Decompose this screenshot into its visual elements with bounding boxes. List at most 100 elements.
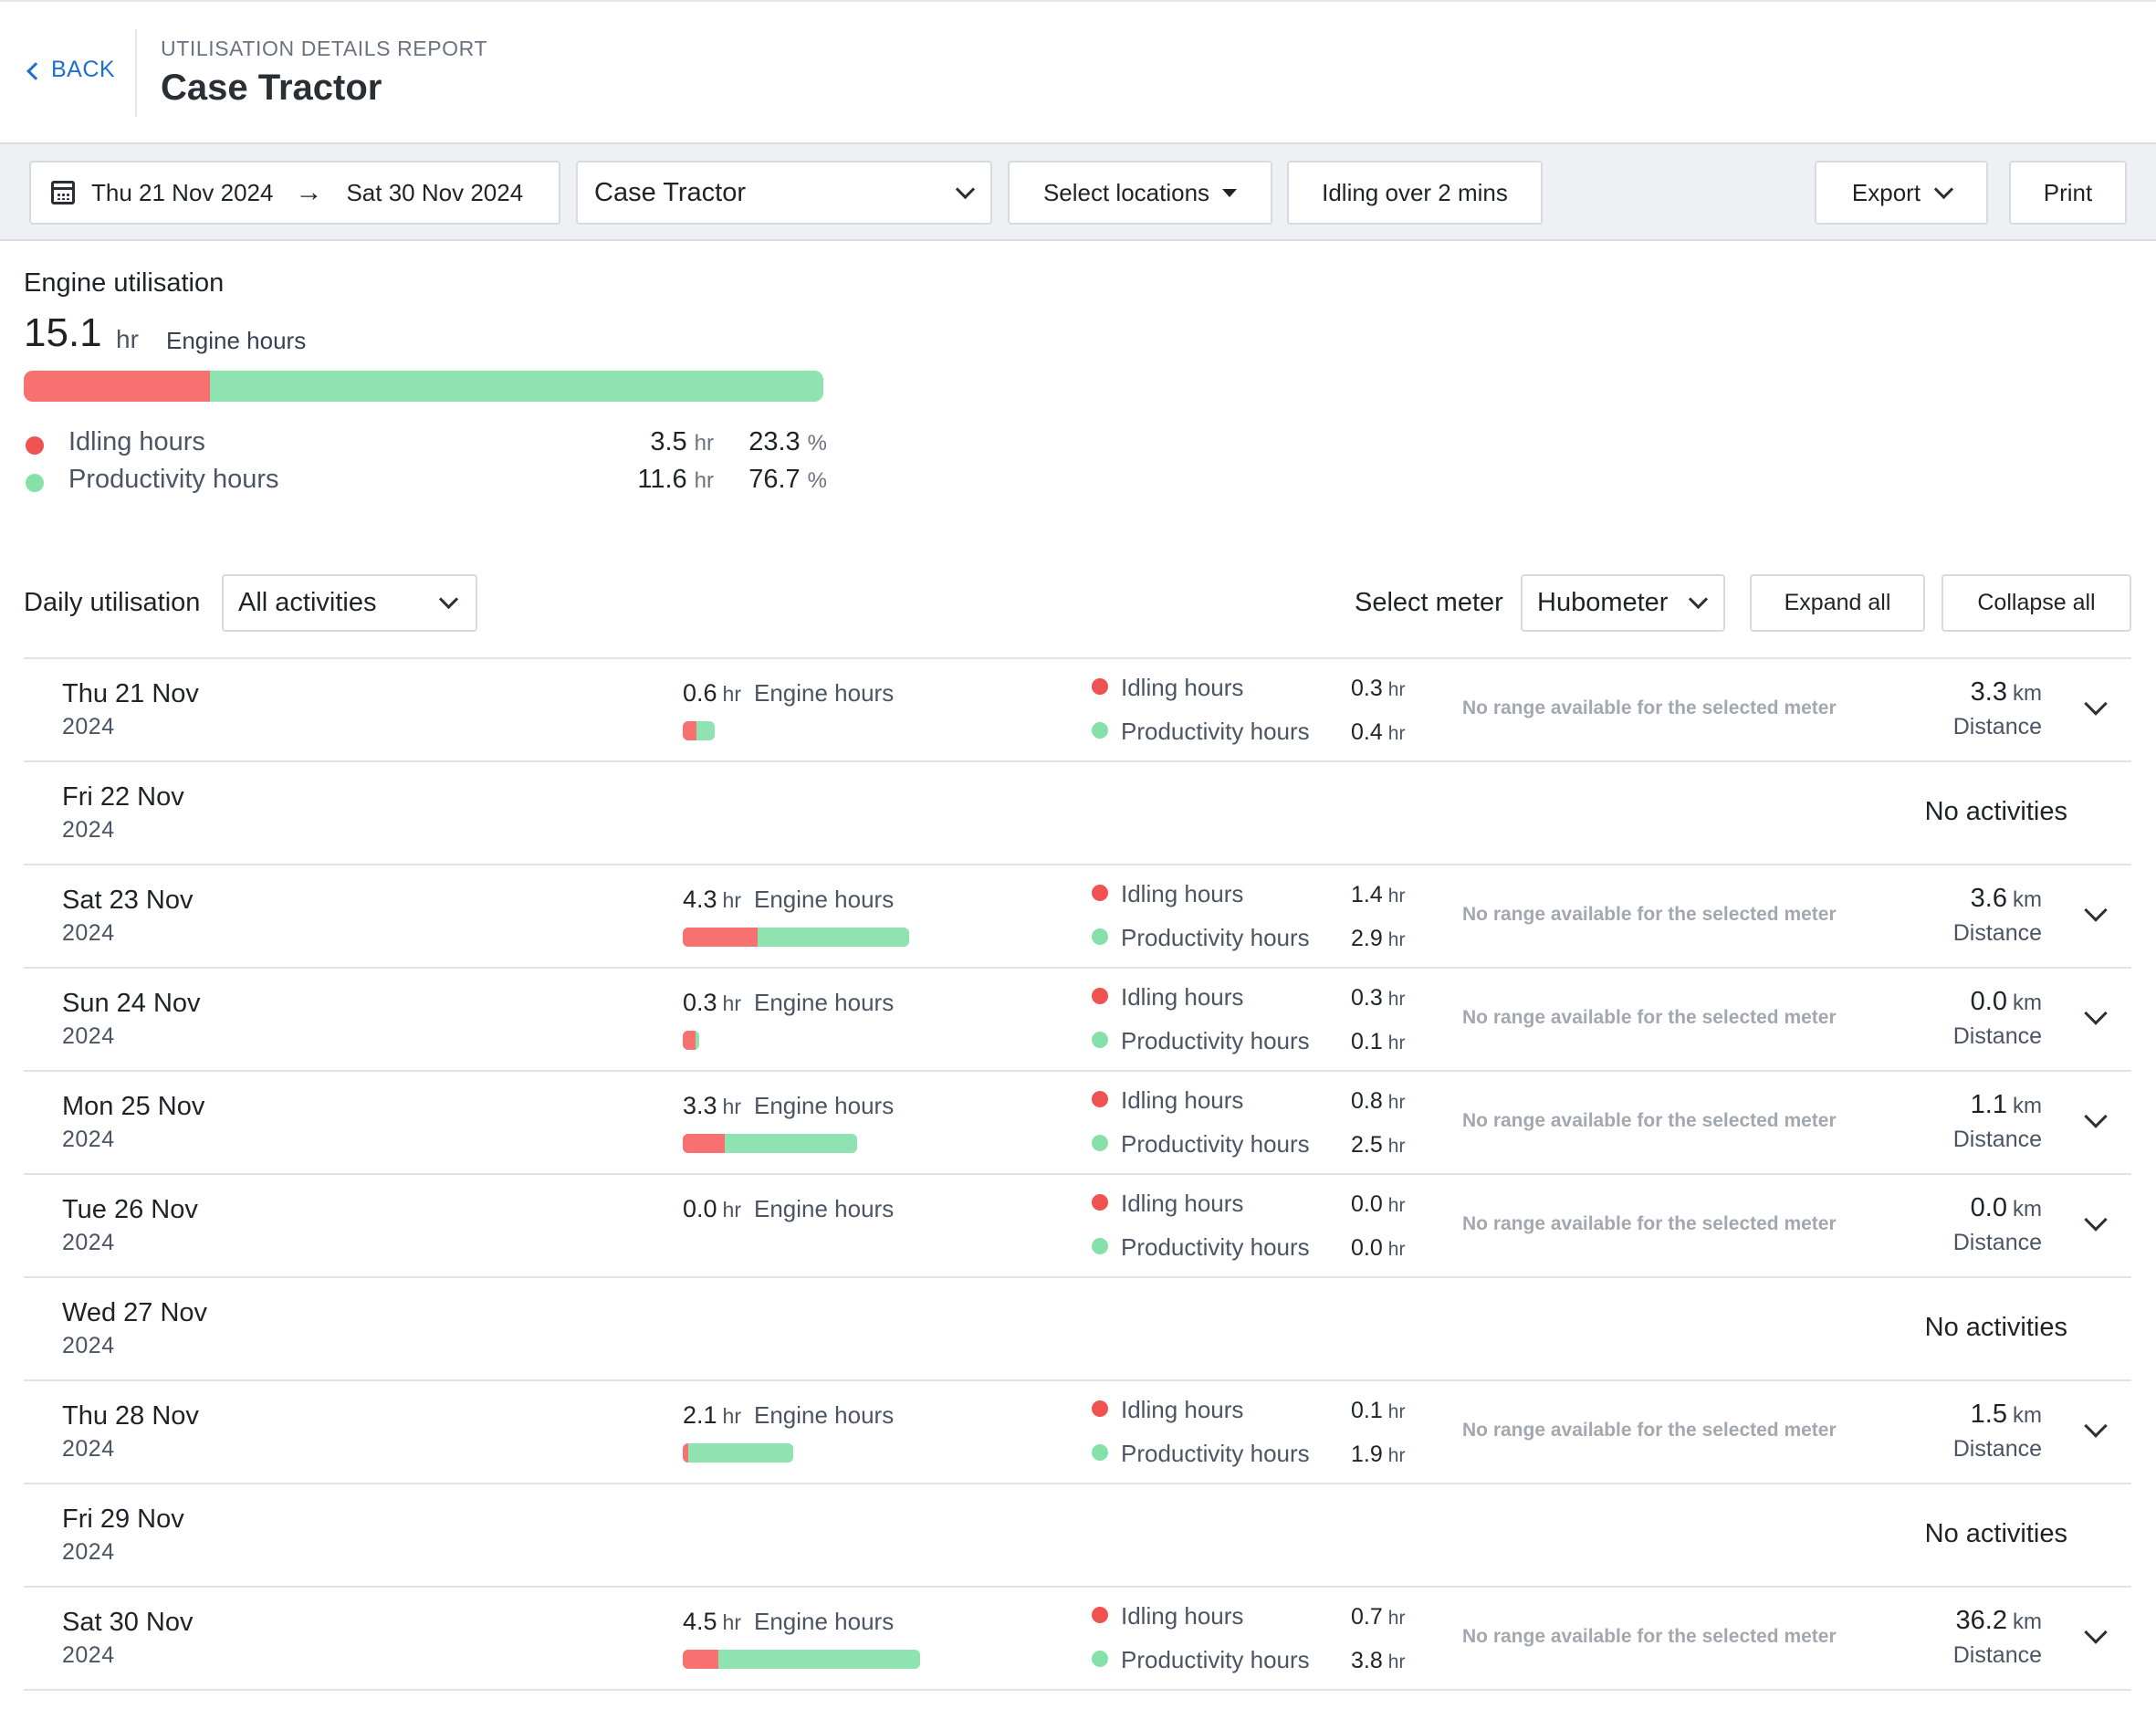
- distance-label: Distance: [1952, 920, 2042, 946]
- select-locations-button[interactable]: Select locations: [1008, 161, 1272, 225]
- row-distance: 36.2 km: [1956, 1606, 2042, 1636]
- idling-hours-value: 1.4: [1351, 882, 1383, 907]
- distance-label: Distance: [1952, 1642, 2042, 1668]
- expand-row-chevron-icon[interactable]: [2084, 1208, 2108, 1232]
- row-idling: Idling hours: [1092, 1602, 1243, 1630]
- idling-dot-icon: [26, 436, 44, 455]
- idling-hours-unit: hr: [1387, 1195, 1406, 1216]
- meter-select[interactable]: Hubometer: [1521, 574, 1725, 632]
- engine-hours-label: Engine hours: [754, 989, 895, 1016]
- distance-unit: km: [2013, 1197, 2042, 1221]
- row-year: 2024: [62, 920, 115, 946]
- expand-row-chevron-icon[interactable]: [2084, 692, 2108, 716]
- distance-unit: km: [2013, 681, 2042, 706]
- row-productivity: Productivity hours: [1092, 924, 1310, 952]
- row-year: 2024: [62, 1642, 115, 1668]
- no-range-message: No range available for the selected mete…: [1462, 1420, 1837, 1441]
- productivity-label: Productivity hours: [1121, 924, 1310, 951]
- row-day: Fri 29 Nov: [62, 1505, 184, 1534]
- calendar-icon: [51, 181, 75, 204]
- row-year: 2024: [62, 1436, 115, 1462]
- distance-value: 1.5: [1970, 1400, 2007, 1429]
- table-row: Thu 28 Nov 2024 2.1 hr Engine hours Idling ho…: [24, 1381, 2131, 1484]
- row-year: 2024: [62, 817, 115, 843]
- engine-hours-label: Engine hours: [754, 886, 895, 913]
- productivity-hours-value: 0.1: [1351, 1029, 1383, 1054]
- expand-all-button[interactable]: Expand all: [1750, 574, 1925, 632]
- idling-threshold-button[interactable]: Idling over 2 mins: [1287, 161, 1543, 225]
- engine-hours-label: Engine hours: [166, 327, 307, 354]
- idling-hours-unit: hr: [1387, 1092, 1406, 1113]
- row-productivity: Productivity hours: [1092, 1027, 1310, 1055]
- row-utilisation-bar: [683, 928, 910, 947]
- page-header: BACK UTILISATION DETAILS REPORT Case Tra…: [0, 0, 2156, 144]
- productivity-segment: [688, 1443, 794, 1463]
- date-range-picker[interactable]: Thu 21 Nov 2024 → Sat 30 Nov 2024: [29, 161, 560, 225]
- table-row: Wed 27 Nov 2024 No activities: [24, 1278, 2131, 1381]
- legend-idling-label: Idling hours: [68, 427, 205, 456]
- row-utilisation-bar: [683, 1650, 920, 1669]
- row-year: 2024: [62, 1127, 115, 1152]
- productivity-hours-value: 0.4: [1351, 719, 1383, 745]
- export-button[interactable]: Export: [1815, 161, 1988, 225]
- print-label: Print: [2043, 178, 2093, 206]
- productivity-dot-icon: [1092, 928, 1108, 945]
- distance-value: 3.3: [1970, 677, 2007, 707]
- row-engine-hours: 0.3 hr Engine hours: [683, 989, 894, 1017]
- idling-label: Idling hours: [1121, 1086, 1244, 1114]
- row-productivity-hours: 0.1 hr: [1351, 1029, 1405, 1055]
- idling-segment: [683, 1650, 718, 1669]
- productivity-hours-value: 1.9: [1351, 1442, 1383, 1467]
- idling-segment: [24, 371, 211, 402]
- productivity-segment: [696, 721, 715, 740]
- idling-hours-unit: hr: [1387, 1401, 1406, 1422]
- engine-hours-unit: hr: [722, 991, 741, 1015]
- idling-label: Idling hours: [1121, 1602, 1244, 1630]
- chevron-left-icon: [26, 61, 45, 80]
- engine-utilisation-bar: [24, 371, 823, 402]
- productivity-segment: [718, 1650, 920, 1669]
- row-distance: 3.6 km: [1971, 884, 2042, 914]
- chevron-down-icon: [955, 179, 976, 199]
- row-utilisation-bar: [683, 1443, 794, 1463]
- engine-hours-label: Engine hours: [754, 1195, 895, 1222]
- activity-filter-select[interactable]: All activities: [222, 574, 477, 632]
- engine-hours-label: Engine hours: [754, 1401, 895, 1429]
- chevron-down-icon: [1688, 589, 1709, 610]
- engine-hours-value: 4.3: [683, 886, 717, 913]
- productivity-hours-value: 2.9: [1351, 926, 1383, 951]
- expand-row-chevron-icon[interactable]: [2084, 1105, 2108, 1128]
- row-utilisation-bar: [683, 1031, 699, 1050]
- no-range-message: No range available for the selected mete…: [1462, 697, 1837, 718]
- no-range-message: No range available for the selected mete…: [1462, 904, 1837, 925]
- productivity-hours-unit: hr: [1387, 1033, 1406, 1054]
- productivity-label: Productivity hours: [1121, 1440, 1310, 1467]
- table-row: Fri 22 Nov 2024 No activities: [24, 762, 2131, 865]
- productivity-dot-icon: [1092, 1651, 1108, 1667]
- filter-toolbar: Thu 21 Nov 2024 → Sat 30 Nov 2024 Case T…: [0, 144, 2156, 241]
- productivity-segment: [210, 371, 823, 402]
- engine-hours-value: 0.6: [683, 679, 717, 707]
- expand-row-chevron-icon[interactable]: [2084, 898, 2108, 922]
- expand-row-chevron-icon[interactable]: [2084, 1414, 2108, 1438]
- table-row: Sat 23 Nov 2024 4.3 hr Engine hours Idling ho…: [24, 865, 2131, 969]
- table-row: Fri 29 Nov 2024 No activities: [24, 1484, 2131, 1588]
- idling-hours-unit: hr: [1387, 679, 1406, 700]
- asset-select[interactable]: Case Tractor: [576, 161, 992, 225]
- idling-hours-value: 0.3: [1351, 985, 1383, 1011]
- chevron-down-icon: [1933, 179, 1954, 199]
- row-idling-hours: 0.7 hr: [1351, 1604, 1405, 1630]
- expand-row-chevron-icon[interactable]: [2084, 1001, 2108, 1025]
- distance-label: Distance: [1952, 714, 2042, 739]
- expand-row-chevron-icon[interactable]: [2084, 1620, 2108, 1644]
- back-button[interactable]: BACK: [26, 57, 115, 83]
- idling-dot-icon: [1092, 1400, 1108, 1417]
- idling-hours-unit: hr: [1387, 1608, 1406, 1629]
- activity-filter-value: All activities: [238, 588, 377, 617]
- row-engine-hours: 3.3 hr Engine hours: [683, 1092, 894, 1120]
- collapse-all-button[interactable]: Collapse all: [1941, 574, 2131, 632]
- row-day: Thu 28 Nov: [62, 1401, 199, 1431]
- idling-segment: [683, 721, 696, 740]
- print-button[interactable]: Print: [2009, 161, 2127, 225]
- legend-productivity-label: Productivity hours: [68, 465, 279, 494]
